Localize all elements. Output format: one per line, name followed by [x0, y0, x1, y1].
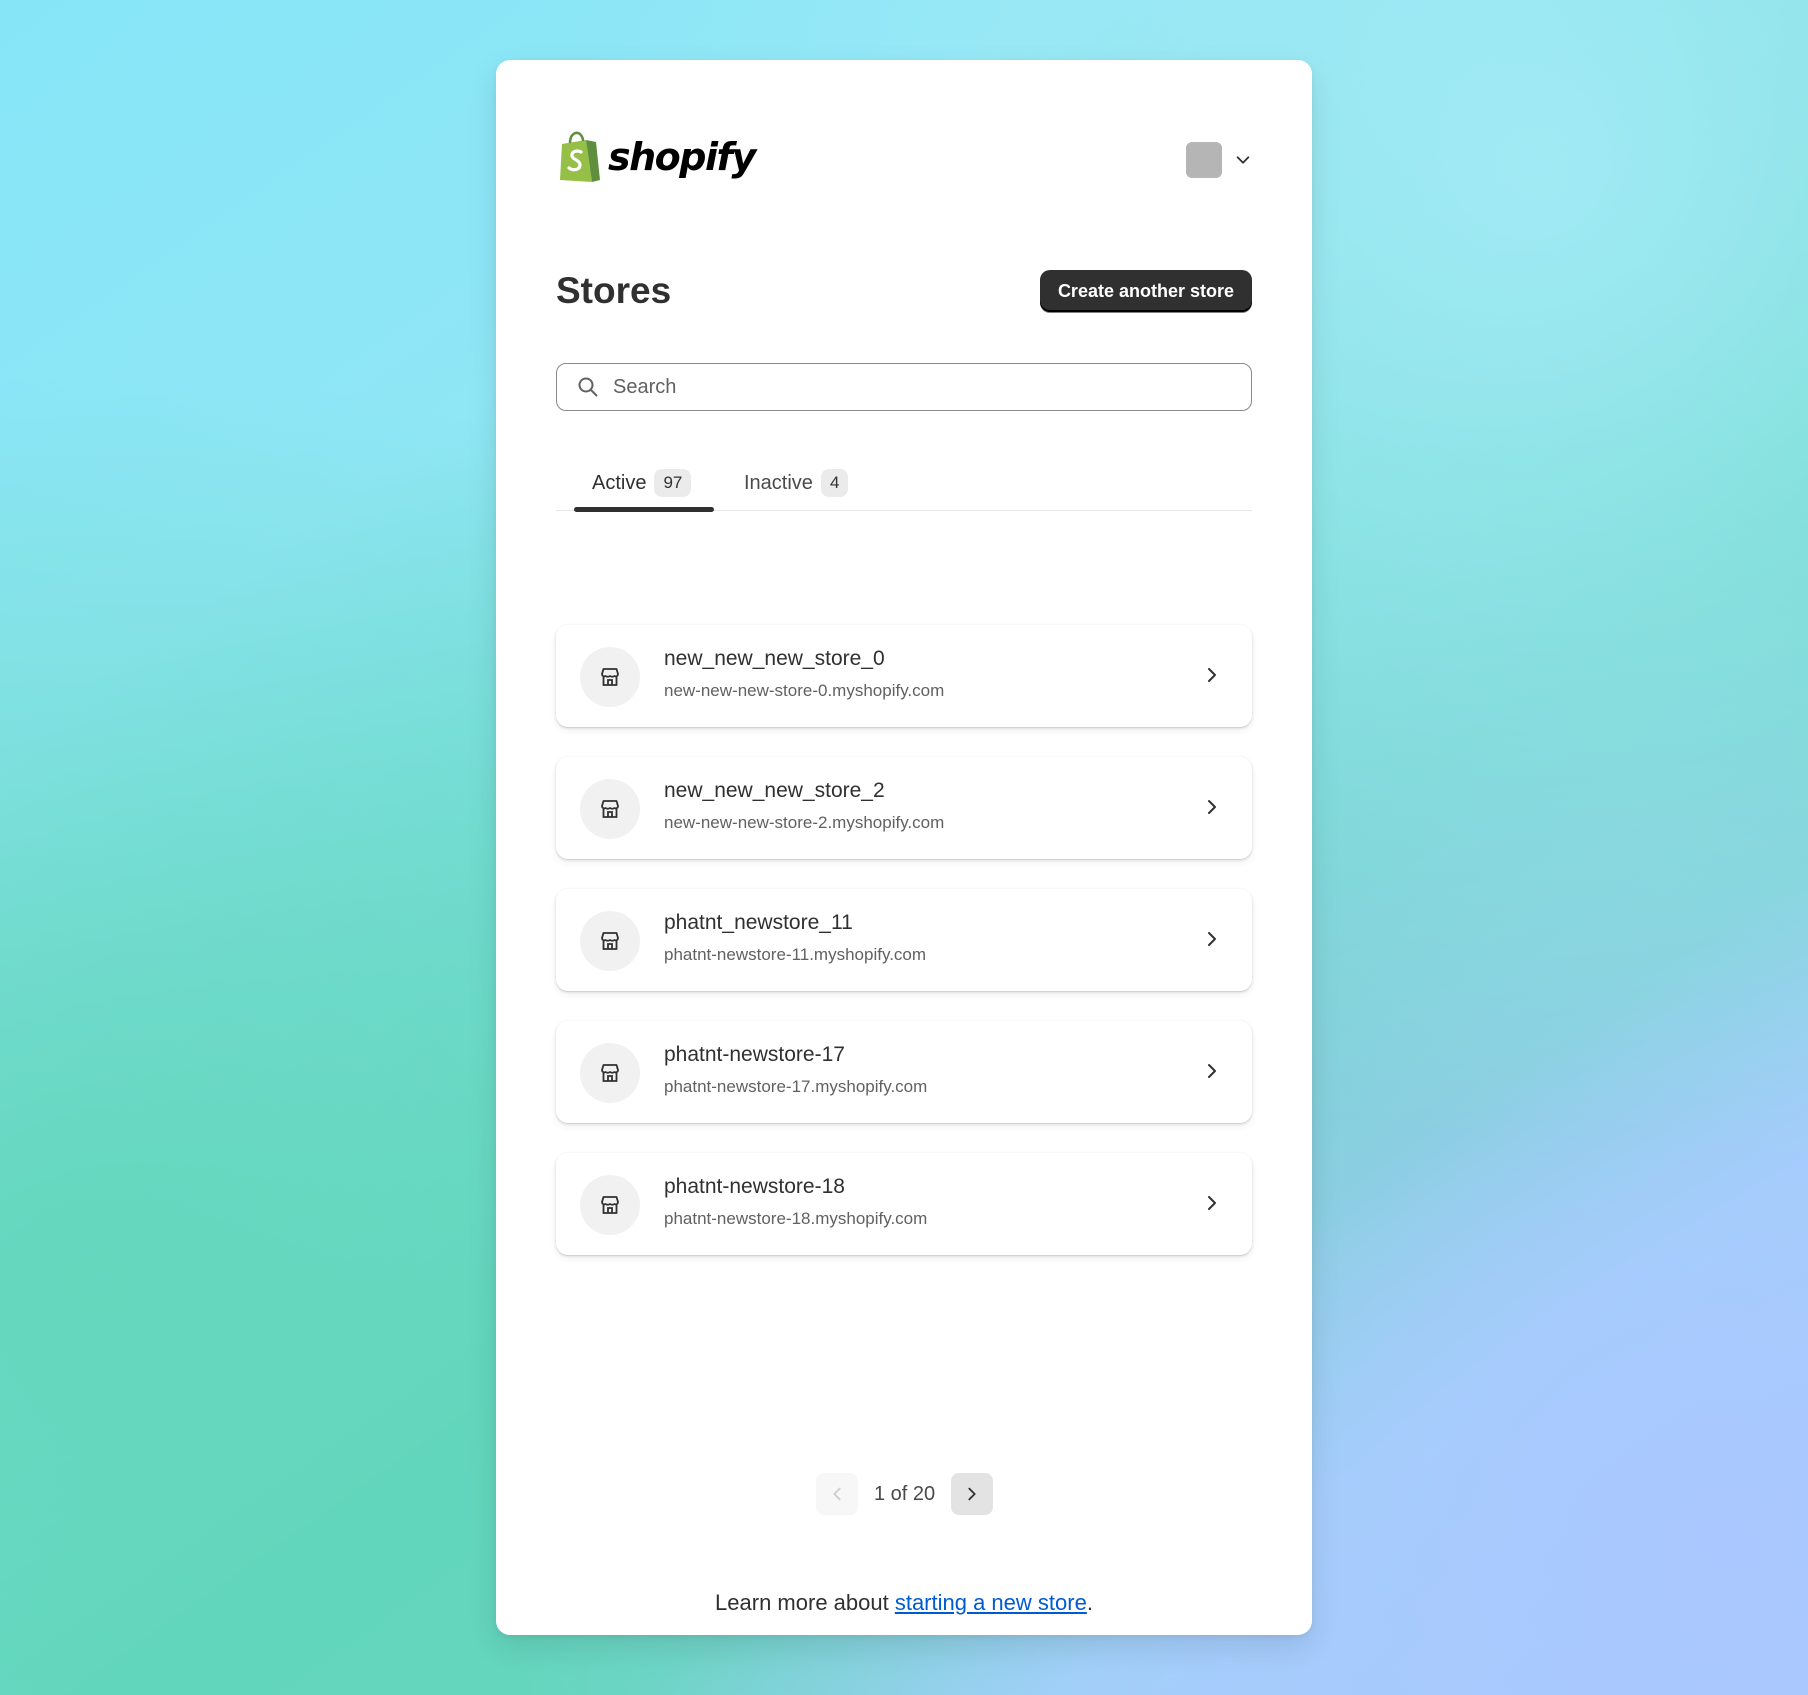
shopping-bag-icon	[560, 131, 600, 182]
search-input[interactable]	[613, 375, 1213, 399]
chevron-right-icon	[1208, 1196, 1216, 1210]
store-avatar	[580, 1043, 640, 1103]
store-card[interactable]: new_new_new_store_2 new-new-new-store-2.…	[556, 757, 1252, 859]
starting-new-store-link[interactable]: starting a new store	[895, 1590, 1087, 1615]
store-card[interactable]: phatnt-newstore-17 phatnt-newstore-17.my…	[556, 1021, 1252, 1123]
footer-suffix: .	[1086, 1590, 1093, 1615]
store-icon	[601, 668, 619, 686]
tab-active[interactable]: Active 97	[592, 455, 692, 511]
store-name: new_new_new_store_0	[664, 647, 885, 670]
store-name: phatnt-newstore-17	[664, 1043, 845, 1066]
store-icon	[601, 932, 619, 950]
store-icon	[601, 800, 619, 818]
store-avatar	[580, 911, 640, 971]
next-page-button[interactable]	[951, 1473, 994, 1515]
previous-page-button[interactable]	[816, 1473, 858, 1515]
active-tab-indicator	[574, 507, 714, 512]
store-url: phatnt-newstore-18.myshopify.com	[664, 1209, 928, 1228]
store-name: new_new_new_store_2	[664, 779, 885, 802]
store-url: phatnt-newstore-11.myshopify.com	[664, 945, 927, 964]
tab-label: Active	[592, 471, 647, 494]
store-list: new_new_new_store_0 new-new-new-store-0.…	[556, 625, 1252, 1285]
search-field[interactable]	[556, 363, 1252, 411]
store-avatar	[580, 647, 640, 707]
tab-inactive[interactable]: Inactive 4	[744, 455, 849, 511]
pagination: 1 of 20	[816, 1473, 994, 1515]
chevron-right-icon	[1208, 1064, 1216, 1078]
create-store-button[interactable]: Create another store	[1039, 270, 1252, 312]
stores-card: shopify Stores Create another store Acti…	[496, 60, 1312, 1635]
store-tabs: Active 97 Inactive 4	[556, 455, 1252, 512]
store-card[interactable]: new_new_new_store_0 new-new-new-store-0.…	[556, 625, 1252, 727]
chevron-down-icon	[1236, 156, 1250, 164]
count-badge: 4	[820, 469, 849, 497]
store-avatar	[580, 1175, 640, 1235]
account-menu[interactable]	[1186, 142, 1252, 178]
footer-text: Learn more about starting a new store.	[496, 1590, 1312, 1616]
store-url: new-new-new-store-2.myshopify.com	[664, 813, 945, 832]
shopify-logo[interactable]: shopify	[556, 130, 756, 184]
avatar[interactable]	[1186, 142, 1222, 178]
store-name: phatnt-newstore-18	[664, 1175, 845, 1198]
footer-prefix: Learn more about	[715, 1590, 895, 1615]
store-card[interactable]: phatnt_newstore_11 phatnt-newstore-11.my…	[556, 889, 1252, 991]
store-name: phatnt_newstore_11	[664, 911, 853, 934]
chevron-right-icon	[1208, 800, 1216, 814]
page-title: Stores	[556, 270, 672, 311]
search-icon	[578, 377, 598, 397]
chevron-right-icon	[1208, 668, 1216, 682]
store-avatar	[580, 779, 640, 839]
chevron-right-icon	[968, 1487, 976, 1501]
tab-label: Inactive	[744, 471, 813, 494]
store-url: new-new-new-store-0.myshopify.com	[664, 681, 945, 700]
page-indicator: 1 of 20	[874, 1482, 936, 1505]
store-icon	[601, 1196, 619, 1214]
store-icon	[601, 1064, 619, 1082]
chevron-right-icon	[1208, 932, 1216, 946]
store-url: phatnt-newstore-17.myshopify.com	[664, 1077, 928, 1096]
chevron-left-icon	[833, 1487, 841, 1501]
count-badge: 97	[654, 469, 692, 497]
shopify-wordmark: shopify	[608, 135, 756, 179]
store-card[interactable]: phatnt-newstore-18 phatnt-newstore-18.my…	[556, 1153, 1252, 1255]
